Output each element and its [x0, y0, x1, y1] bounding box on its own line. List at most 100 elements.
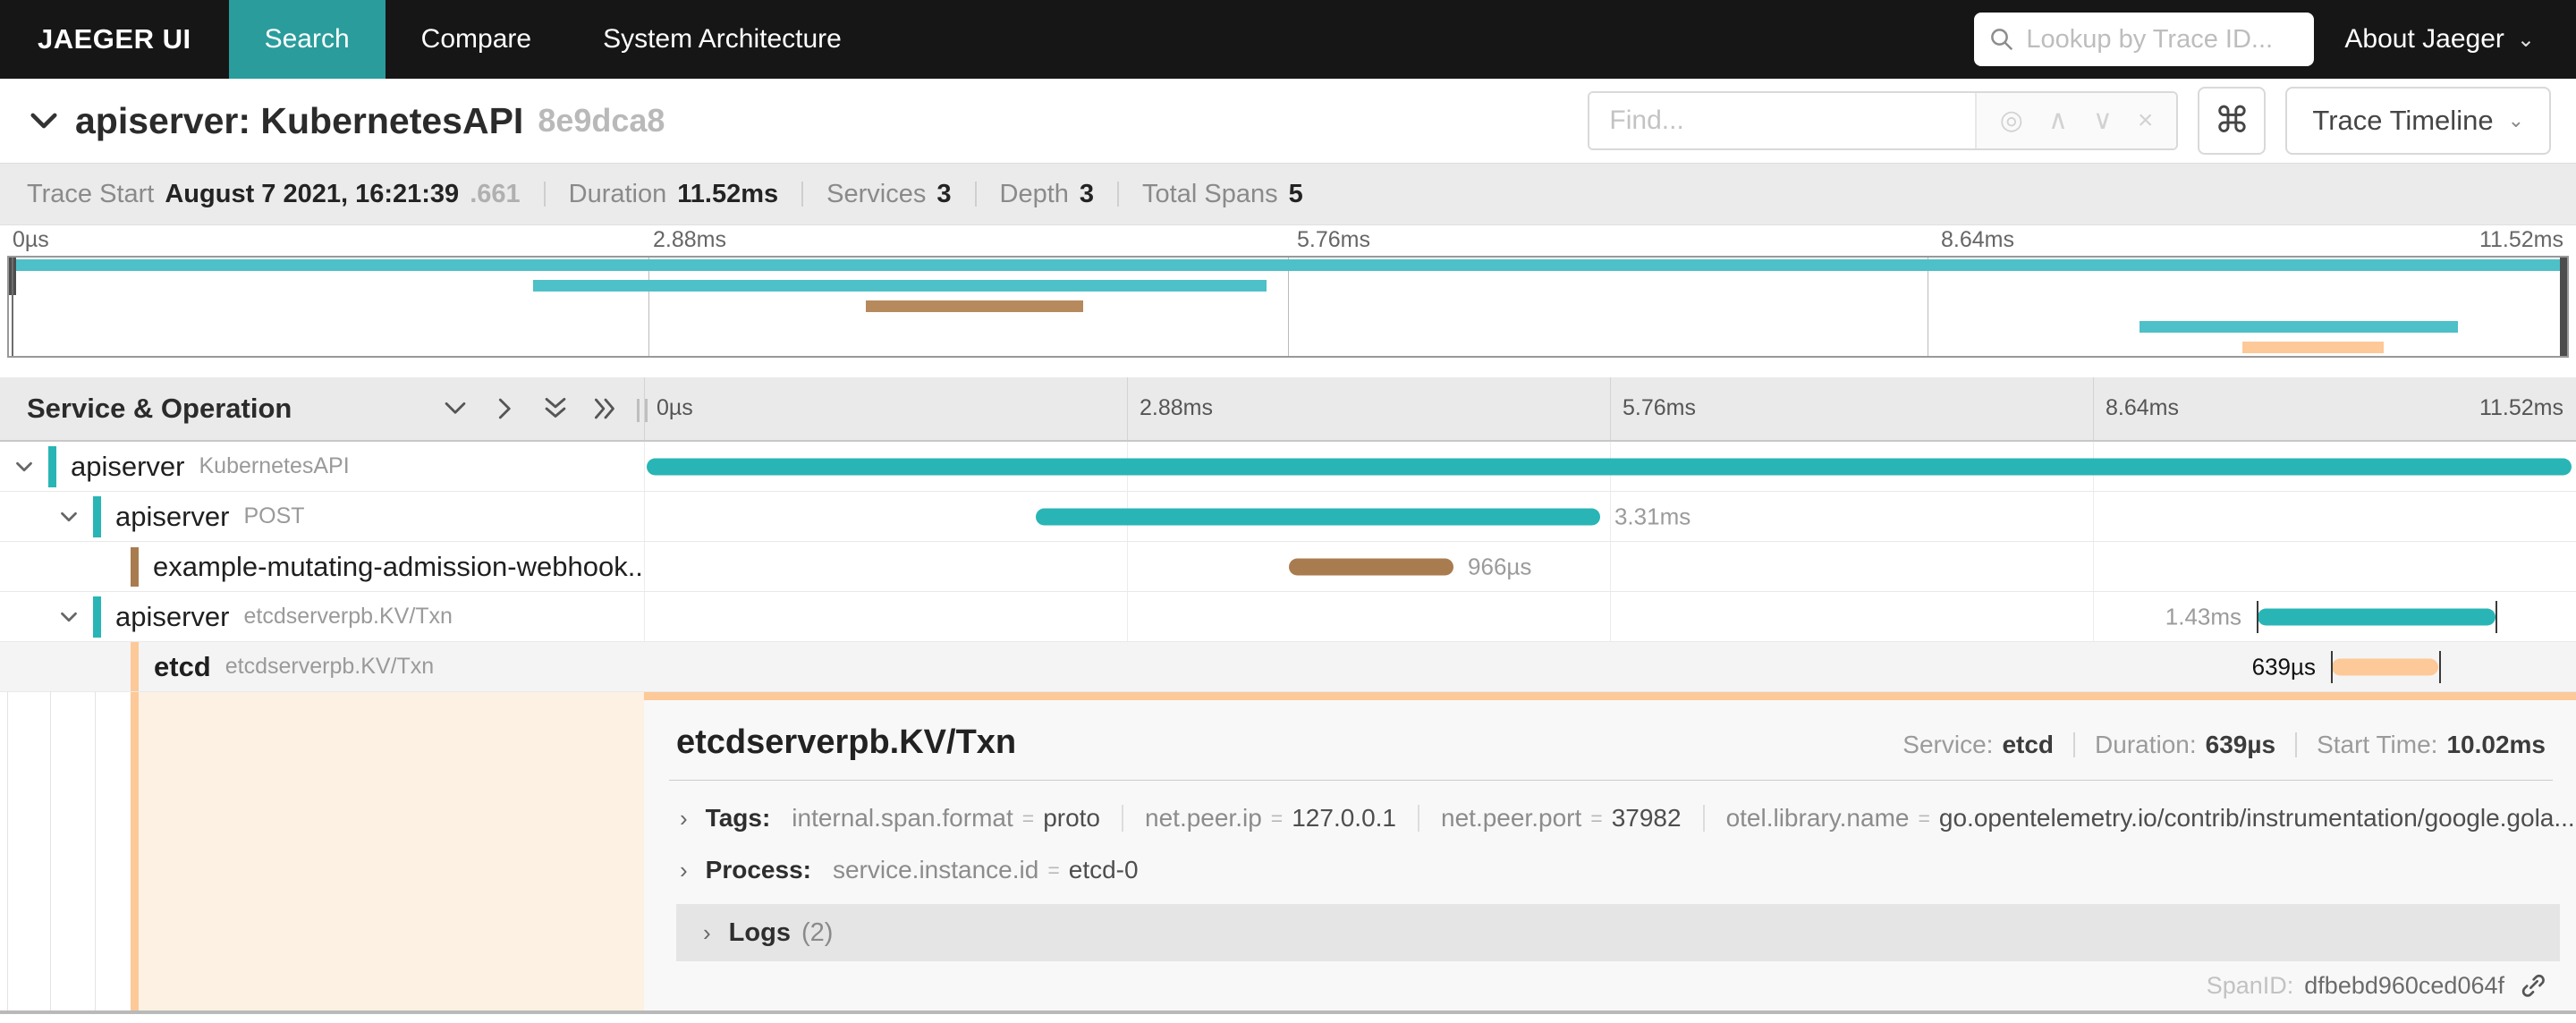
trace-minimap[interactable]	[7, 256, 2569, 358]
chevron-down-icon	[30, 113, 57, 129]
view-selector-button[interactable]: Trace Timeline ⌄	[2285, 87, 2551, 155]
timeline-tick: 11.52ms	[2479, 395, 2563, 420]
expand-one-icon[interactable]	[490, 393, 521, 424]
services-value: 3	[936, 179, 952, 208]
trace-summary-bar: Trace Start August 7 2021, 16:21:39.661 …	[0, 163, 2576, 225]
span-bar[interactable]	[2258, 608, 2496, 625]
collapse-all-icon[interactable]	[540, 393, 571, 424]
chevron-right-icon: ›	[703, 918, 711, 946]
detail-start-value: 10.02ms	[2446, 731, 2546, 758]
span-row-apiserver-etcd-txn[interactable]: apiserver etcdserverpb.KV/Txn 1.43ms	[0, 592, 2576, 642]
duration-value: 11.52ms	[677, 179, 779, 208]
minimap-span-bar	[2140, 321, 2459, 333]
logs-row[interactable]: › Logs (2)	[676, 904, 2560, 961]
timeline-tick: 2.88ms	[1140, 395, 1213, 420]
span-rows: apiserver KubernetesAPI apiserver POST 3…	[0, 442, 2576, 692]
process-row[interactable]: › Process: service.instance.id = etcd-0	[644, 833, 2576, 884]
selected-span-tint	[139, 692, 644, 1010]
collapse-one-icon[interactable]	[440, 393, 470, 424]
span-row-apiserver-post[interactable]: apiserver POST 3.31ms	[0, 492, 2576, 542]
tag-item: net.peer.port = 37982	[1441, 804, 1682, 832]
span-duration-label: 3.31ms	[1614, 503, 1691, 529]
logs-label: Logs	[728, 917, 791, 947]
app-logo[interactable]: JAEGER UI	[0, 23, 229, 55]
find-prev-icon[interactable]: ∧	[2048, 107, 2068, 134]
minimap-right-handle[interactable]	[2560, 258, 2567, 356]
nav-item-compare[interactable]: Compare	[386, 0, 567, 79]
span-collapse-toggle[interactable]	[55, 503, 82, 530]
span-collapse-toggle[interactable]	[55, 604, 82, 630]
expand-all-icon[interactable]	[590, 393, 621, 424]
minimap-tick: 8.64ms	[1941, 227, 2014, 252]
span-service: apiserver	[115, 600, 230, 632]
trace-lookup-box	[1974, 13, 2315, 66]
detail-bottom-border	[0, 1010, 2576, 1014]
span-service: apiserver	[71, 450, 185, 482]
chevron-right-icon: ›	[680, 856, 688, 884]
minimap-gridline	[1288, 258, 1289, 356]
detail-duration-value: 639µs	[2205, 731, 2276, 758]
tags-row[interactable]: › Tags: internal.span.format = proto net…	[644, 781, 2576, 833]
find-input[interactable]	[1589, 93, 1975, 148]
spanid-footer: SpanID: dfbebd960ced064f	[2207, 971, 2547, 1000]
span-operation: POST	[243, 503, 305, 528]
spanid-label: SpanID:	[2206, 971, 2294, 999]
tree-guide-line	[95, 692, 96, 1010]
trace-start-value: August 7 2021, 16:21:39	[165, 179, 460, 208]
detail-service-label: Service:	[1902, 731, 1994, 758]
nav-item-search[interactable]: Search	[228, 0, 386, 79]
logs-count: (2)	[801, 917, 834, 947]
total-spans-label: Total Spans	[1142, 179, 1278, 208]
find-clear-icon[interactable]: ×	[2138, 107, 2154, 134]
span-color-chip	[93, 495, 101, 537]
depth-label: Depth	[999, 179, 1069, 208]
span-row-webhook[interactable]: example-mutating-admission-webhook... 96…	[0, 542, 2576, 592]
span-detail-card: etcdserverpb.KV/Txn Service: etcd Durati…	[644, 692, 2576, 1010]
tag-item: internal.span.format = proto	[792, 804, 1101, 832]
span-row-etcd-txn[interactable]: etcd etcdserverpb.KV/Txn 639µs	[0, 642, 2576, 692]
span-duration-label: 639µs	[2251, 653, 2316, 680]
command-icon: ⌘	[2214, 100, 2250, 141]
span-bar[interactable]	[2331, 658, 2438, 675]
tag-item: net.peer.ip = 127.0.0.1	[1145, 804, 1397, 832]
span-bar[interactable]	[1036, 508, 1600, 525]
span-service: apiserver	[115, 500, 230, 532]
trace-start-fraction: .661	[470, 179, 521, 208]
span-bar-endmark	[2496, 600, 2498, 633]
span-collapse-toggle[interactable]	[11, 453, 38, 480]
service-operation-title: Service & Operation	[27, 393, 292, 424]
detail-duration-label: Duration:	[2095, 731, 2197, 758]
chevron-down-icon	[61, 612, 77, 621]
nav-item-system-architecture[interactable]: System Architecture	[567, 0, 877, 79]
timeline-tick: 0µs	[657, 395, 693, 420]
services-label: Services	[826, 179, 927, 208]
selected-span-color-strip	[131, 692, 139, 1010]
chevron-down-icon	[61, 512, 77, 521]
spanid-value: dfbebd960ced064f	[2304, 971, 2504, 999]
minimap-span-bar	[866, 300, 1084, 312]
find-controls: ◎ ∧ ∨ ×	[1974, 93, 2177, 148]
collapse-trace-button[interactable]	[25, 102, 63, 140]
span-row-apiserver-kubernetesapi[interactable]: apiserver KubernetesAPI	[0, 442, 2576, 492]
process-label: Process:	[705, 856, 811, 884]
detail-title: etcdserverpb.KV/Txn	[676, 723, 1017, 761]
process-item: service.instance.id = etcd-0	[832, 856, 1139, 884]
header-gridline	[1610, 377, 1611, 440]
trace-lookup-input[interactable]	[2026, 24, 2301, 55]
minimap-left-handle[interactable]	[9, 258, 16, 356]
span-bar[interactable]	[647, 458, 2572, 475]
keyboard-shortcuts-button[interactable]: ⌘	[2198, 87, 2267, 155]
find-next-icon[interactable]: ∨	[2093, 107, 2113, 134]
span-operation: KubernetesAPI	[199, 453, 350, 478]
about-jaeger-menu[interactable]: About Jaeger ⌄	[2344, 24, 2535, 55]
minimap-span-bar	[9, 259, 2567, 271]
link-icon[interactable]	[2519, 971, 2547, 1000]
locate-icon[interactable]: ◎	[2000, 107, 2023, 134]
span-bar[interactable]	[1289, 558, 1454, 575]
timeline-tick: 8.64ms	[2106, 395, 2179, 420]
detail-left-gutter	[0, 692, 644, 1010]
tree-guide-line	[7, 692, 8, 1010]
minimap-gridline	[648, 258, 649, 356]
span-service: example-mutating-admission-webhook...	[153, 550, 644, 582]
span-color-chip	[93, 596, 101, 638]
